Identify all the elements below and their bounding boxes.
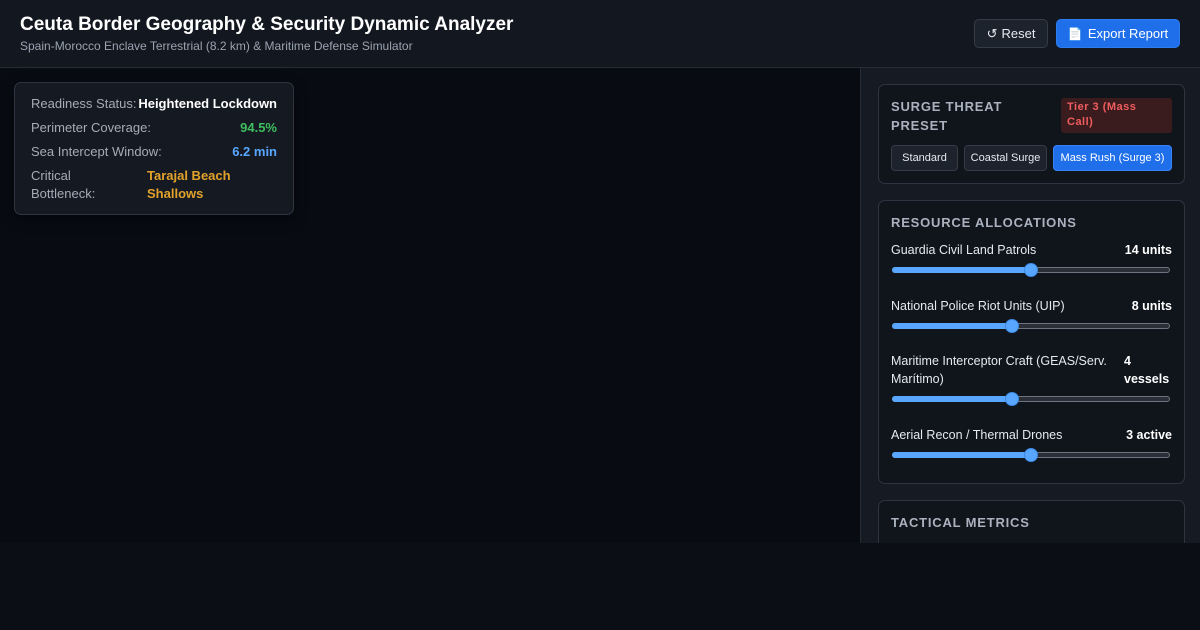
slider-fill [892, 267, 1031, 273]
drones-slider[interactable] [892, 448, 1170, 462]
document-icon: 📄 [1067, 26, 1083, 41]
slider-fill [892, 452, 1031, 458]
preset-standard-button[interactable]: Standard [891, 145, 958, 171]
reset-icon: ↺ [986, 25, 998, 41]
resource-label: Maritime Interceptor Craft (GEAS/Serv. M… [891, 354, 1107, 386]
coverage-label: Perimeter Coverage: [31, 120, 151, 135]
slider-fill [892, 323, 1012, 329]
reset-button[interactable]: ↺ Reset [974, 19, 1048, 48]
maritime-craft-slider[interactable] [892, 392, 1170, 406]
reset-label: Reset [1001, 26, 1036, 41]
readiness-status-card: Readiness Status: Heightened Lockdown Pe… [14, 82, 294, 215]
resource-label: National Police Riot Units (UIP) [891, 299, 1065, 313]
resource-value: 14 units [1124, 243, 1172, 257]
resource-allocations-title: Resource Allocations [891, 215, 1077, 230]
resource-value: 4 vessels [1124, 354, 1170, 386]
coverage-row: Perimeter Coverage: 94.5% [31, 120, 277, 135]
resource-item-riot-units: National Police Riot Units (UIP) 8 units [891, 297, 1172, 337]
control-sidebar[interactable]: Surge Threat Preset Tier 3 (Mass Call) S… [860, 68, 1200, 543]
bottleneck-label: Critical Bottleneck: [31, 168, 96, 201]
resource-item-drones: Aerial Recon / Thermal Drones 3 active [891, 426, 1172, 466]
resource-label: Guardia Civil Land Patrols [891, 243, 1037, 257]
bottleneck-value: Tarajal Beach Shallows [147, 168, 231, 201]
resource-item-land-patrols: Guardia Civil Land Patrols 14 units [891, 241, 1172, 281]
readiness-value: Heightened Lockdown [138, 96, 277, 111]
slider-thumb[interactable] [1004, 319, 1019, 333]
app-header: Ceuta Border Geography & Security Dynami… [0, 0, 1200, 68]
slider-thumb[interactable] [1004, 392, 1019, 406]
app-subtitle: Spain-Morocco Enclave Terrestrial (8.2 k… [20, 39, 413, 53]
export-report-button[interactable]: 📄 Export Report [1056, 19, 1180, 48]
intercept-row: Sea Intercept Window: 6.2 min [31, 144, 277, 159]
resource-allocations-panel: Resource Allocations Guardia Civil Land … [878, 200, 1185, 484]
app-title: Ceuta Border Geography & Security Dynami… [20, 14, 514, 35]
surge-preset-title: Surge Threat Preset [891, 99, 1003, 133]
riot-units-slider[interactable] [892, 319, 1170, 333]
resource-value: 8 units [1131, 299, 1172, 313]
slider-thumb[interactable] [1024, 263, 1038, 277]
readiness-label: Readiness Status: [31, 96, 137, 111]
intercept-value: 6.2 min [232, 144, 277, 159]
resource-item-maritime-craft: Maritime Interceptor Craft (GEAS/Serv. M… [891, 352, 1172, 412]
intercept-label: Sea Intercept Window: [31, 144, 162, 159]
resource-label: Aerial Recon / Thermal Drones [891, 428, 1063, 442]
slider-thumb[interactable] [1024, 448, 1038, 462]
coverage-value: 94.5% [240, 120, 277, 135]
readiness-row: Readiness Status: Heightened Lockdown [31, 96, 277, 111]
surge-preset-panel: Surge Threat Preset Tier 3 (Mass Call) S… [878, 84, 1185, 184]
preset-mass-rush-button[interactable]: Mass Rush (Surge 3) [1053, 145, 1172, 171]
export-label: Export Report [1087, 26, 1169, 41]
resource-value: 3 active [1126, 428, 1172, 442]
land-patrols-slider[interactable] [892, 263, 1170, 277]
bottleneck-row: Critical Bottleneck: Tarajal Beach Shall… [31, 167, 277, 203]
tactical-metrics-panel: Tactical Metrics [878, 500, 1185, 543]
page-background [0, 543, 1200, 630]
tactical-metrics-title: Tactical Metrics [891, 515, 1030, 530]
tier-badge: Tier 3 (Mass Call) [1061, 98, 1172, 133]
preset-coastal-surge-button[interactable]: Coastal Surge [964, 145, 1047, 171]
slider-fill [892, 396, 1012, 402]
